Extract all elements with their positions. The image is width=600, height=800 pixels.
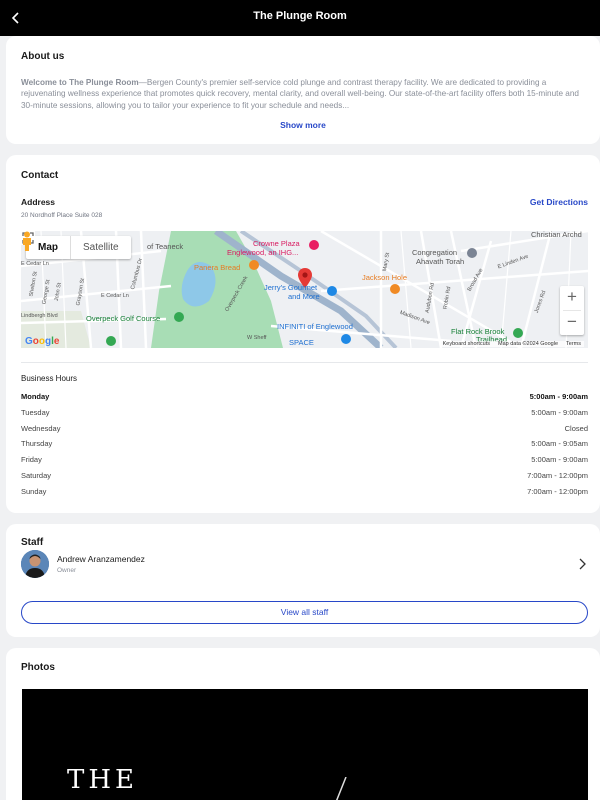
photo-graphic (335, 777, 347, 800)
map-view[interactable]: of Teaneck Crowne Plaza Englewood, an IH… (21, 231, 588, 348)
business-name: Welcome to The Plunge Room (21, 78, 139, 87)
map-label-crowne-plaza: Crowne Plaza (253, 239, 300, 248)
street-e-cedar: E Cedar Ln (21, 261, 49, 267)
hours-time: Closed (564, 423, 588, 433)
page-title: The Plunge Room (253, 10, 347, 22)
photos-card: Photos THE (6, 648, 600, 800)
hours-row: Tuesday 5:00am - 9:00am (21, 408, 588, 420)
chevron-right-icon (579, 558, 586, 570)
about-text: Welcome to The Plunge Room—Bergen County… (21, 77, 581, 111)
hours-day: Sunday (21, 486, 47, 496)
staff-role: Owner (57, 567, 77, 574)
hours-row: Saturday 7:00am - 12:00pm (21, 471, 588, 483)
content-scroll[interactable]: About us Welcome to The Plunge Room—Berg… (0, 36, 600, 800)
google-logo[interactable]: Google (25, 336, 59, 347)
hours-time: 5:00am - 9:05am (531, 439, 588, 449)
street-view-pegman-icon[interactable] (21, 231, 33, 251)
hours-row: Sunday 7:00am - 12:00pm (21, 487, 588, 499)
terms-link[interactable]: Terms (566, 341, 581, 347)
staff-card: Staff Andrew Aranzamendez Owner View all… (6, 524, 600, 637)
map-label-crowne-plaza-2: Englewood, an IHG... (227, 248, 299, 257)
map-label-ahavath-torah: Ahavath Torah (416, 257, 465, 266)
photos-heading: Photos (21, 662, 55, 673)
worship-poi-icon[interactable] (467, 248, 477, 258)
shopping-poi-icon[interactable] (327, 286, 337, 296)
map-label-jerrys: Jerry's Gourmet (264, 283, 318, 292)
map-attribution: Keyboard shortcuts Map data ©2024 Google… (439, 341, 584, 347)
map-label-space: SPACE (289, 338, 314, 347)
hours-row: Friday 5:00am - 9:00am (21, 455, 588, 467)
trail-poi-icon[interactable] (513, 328, 523, 338)
map-label-panera: Panera Bread (194, 263, 241, 272)
map-label-golf-course: Overpeck Golf Course (86, 314, 161, 323)
park-poi-icon[interactable] (106, 336, 116, 346)
hours-time: 5:00am - 9:00am (529, 392, 588, 401)
address-value: 20 Nordhoff Place Suite 028 (21, 212, 103, 219)
top-bar: The Plunge Room (0, 0, 600, 36)
hours-day: Thursday (21, 439, 53, 449)
satellite-tab[interactable]: Satellite (70, 236, 131, 259)
view-all-staff-button[interactable]: View all staff (21, 601, 588, 624)
about-heading: About us (21, 51, 65, 62)
map-label-congregation: Congregation (412, 248, 458, 257)
map-copyright: Map data ©2024 Google (498, 341, 559, 347)
keyboard-shortcuts-link[interactable]: Keyboard shortcuts (443, 341, 490, 347)
hours-day: Monday (21, 392, 50, 401)
staff-heading: Staff (21, 537, 44, 548)
map-type-control: Map Satellite (26, 236, 131, 259)
show-more-link[interactable]: Show more (6, 120, 600, 130)
map-label-christian: Christian Archd (531, 231, 582, 239)
divider (21, 362, 588, 363)
hours-day: Wednesday (21, 423, 61, 433)
map-label-jackson-hole: Jackson Hole (362, 273, 408, 282)
hours-time: 5:00am - 9:00am (531, 455, 588, 465)
staff-member-row[interactable]: Andrew Aranzamendez Owner (21, 550, 588, 580)
address-label: Address (21, 197, 56, 207)
map-label-teaneck: of Teaneck (147, 242, 184, 251)
hours-day: Tuesday (21, 407, 50, 417)
food-poi-icon[interactable] (249, 260, 259, 270)
hours-time: 5:00am - 9:00am (531, 407, 588, 417)
zoom-control: + − (560, 286, 584, 335)
hours-day: Saturday (21, 471, 52, 480)
golf-poi-icon[interactable] (174, 312, 184, 322)
map-label-jerrys-2: and More (288, 292, 320, 301)
photo-thumbnail[interactable]: THE (22, 689, 588, 800)
zoom-in-button[interactable]: + (560, 286, 584, 310)
street-e-cedar-2: E Cedar Ln (101, 293, 129, 299)
zoom-out-button[interactable]: − (560, 311, 584, 335)
about-card: About us Welcome to The Plunge Room—Berg… (6, 36, 600, 144)
photo-logo-text: THE (67, 765, 138, 795)
avatar (21, 550, 49, 578)
map-label-infiniti: INFINITI of Englewood (277, 322, 353, 331)
car-dealer-poi-icon[interactable] (341, 334, 351, 344)
restaurant-poi-icon[interactable] (390, 284, 400, 294)
hours-time: 7:00am - 12:00pm (527, 471, 588, 480)
contact-card: Contact Address 20 Nordhoff Place Suite … (6, 155, 600, 513)
hours-row: Thursday 5:00am - 9:05am (21, 439, 588, 451)
staff-name: Andrew Aranzamendez (57, 554, 145, 564)
business-hours-heading: Business Hours (21, 374, 78, 383)
street-w-sheff: W Sheff (247, 335, 267, 341)
hours-row: Monday 5:00am - 9:00am (21, 392, 588, 404)
street-lindbergh: Lindbergh Blvd (21, 313, 58, 319)
hotel-poi-icon[interactable] (309, 240, 319, 250)
get-directions-link[interactable]: Get Directions (530, 197, 588, 207)
hours-row: Wednesday Closed (21, 424, 588, 436)
contact-heading: Contact (21, 170, 59, 181)
hours-time: 7:00am - 12:00pm (527, 486, 588, 496)
hours-day: Friday (21, 455, 42, 465)
